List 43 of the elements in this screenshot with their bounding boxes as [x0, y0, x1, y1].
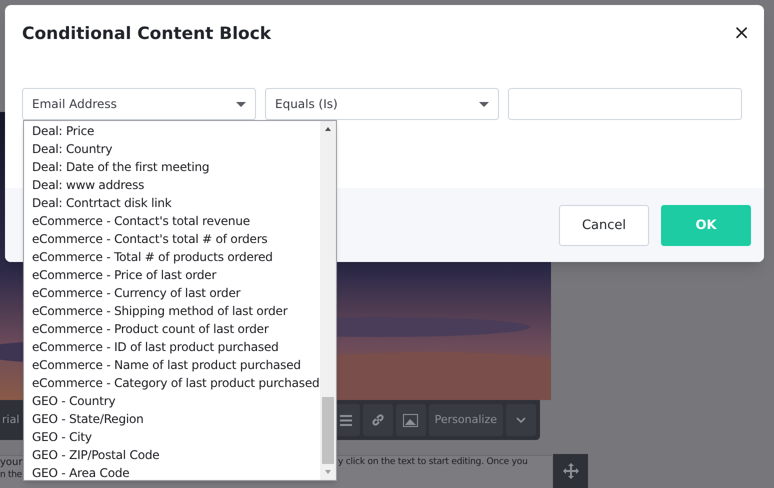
image-button[interactable]	[396, 404, 426, 436]
dropdown-option[interactable]: Deal: www address	[32, 176, 320, 194]
dropdown-option[interactable]: eCommerce - ID of last product purchased	[32, 338, 320, 356]
dropdown-option[interactable]: Deal: Price	[32, 122, 320, 140]
operator-select[interactable]: Equals (Is)	[265, 88, 499, 120]
field-select[interactable]: Email Address	[22, 88, 256, 120]
caret-icon	[479, 102, 489, 106]
scrollbar[interactable]	[320, 121, 336, 480]
dropdown-option[interactable]: GEO - Area Code	[32, 464, 320, 480]
dropdown-option[interactable]: eCommerce - Contact's total revenue	[32, 212, 320, 230]
list-icon	[340, 414, 352, 426]
link-button[interactable]	[362, 404, 393, 436]
dropdown-option[interactable]: Deal: Date of the first meeting	[32, 158, 320, 176]
caret-icon	[236, 102, 246, 106]
dropdown-option[interactable]: Deal: Contrtact disk link	[32, 194, 320, 212]
dropdown-option[interactable]: Deal: Country	[32, 140, 320, 158]
body-text: y click on the text to start editing. Once you	[338, 456, 528, 469]
dropdown-option[interactable]: eCommerce - Name of last product purchased	[32, 356, 320, 374]
dialog-title: Conditional Content Block	[22, 23, 272, 46]
move-button[interactable]	[553, 454, 588, 488]
link-icon	[370, 412, 386, 428]
dropdown-option[interactable]: eCommerce - Total # of products ordered	[32, 248, 320, 266]
body-text: your	[0, 456, 22, 469]
dropdown-option[interactable]: GEO - State/Region	[32, 410, 320, 428]
chevron-button[interactable]	[506, 404, 536, 436]
dropdown-option[interactable]: GEO - ZIP/Postal Code	[32, 446, 320, 464]
dropdown-option[interactable]: eCommerce - Currency of last order	[32, 284, 320, 302]
dropdown-option[interactable]: GEO - Country	[32, 392, 320, 410]
move-icon	[562, 463, 578, 479]
chevron-down-icon	[516, 417, 526, 423]
cancel-button[interactable]: Cancel	[559, 205, 649, 246]
image-icon	[403, 414, 418, 426]
font-select[interactable]: rial	[0, 412, 22, 428]
close-button[interactable]: ×	[733, 21, 750, 43]
dropdown-option[interactable]: eCommerce - Shipping method of last order	[32, 302, 320, 320]
dropdown-option[interactable]: eCommerce - Category of last product purchased	[32, 374, 320, 392]
dropdown-option[interactable]: eCommerce - Price of last order	[32, 266, 320, 284]
scrollbar-thumb[interactable]	[322, 397, 334, 464]
dropdown-option[interactable]: eCommerce - Contact's total # of orders	[32, 230, 320, 248]
body-text: n the	[0, 469, 22, 482]
dropdown-option[interactable]: eCommerce - Product count of last order	[32, 320, 320, 338]
value-input[interactable]	[508, 88, 742, 120]
dropdown-option[interactable]: GEO - City	[32, 428, 320, 446]
